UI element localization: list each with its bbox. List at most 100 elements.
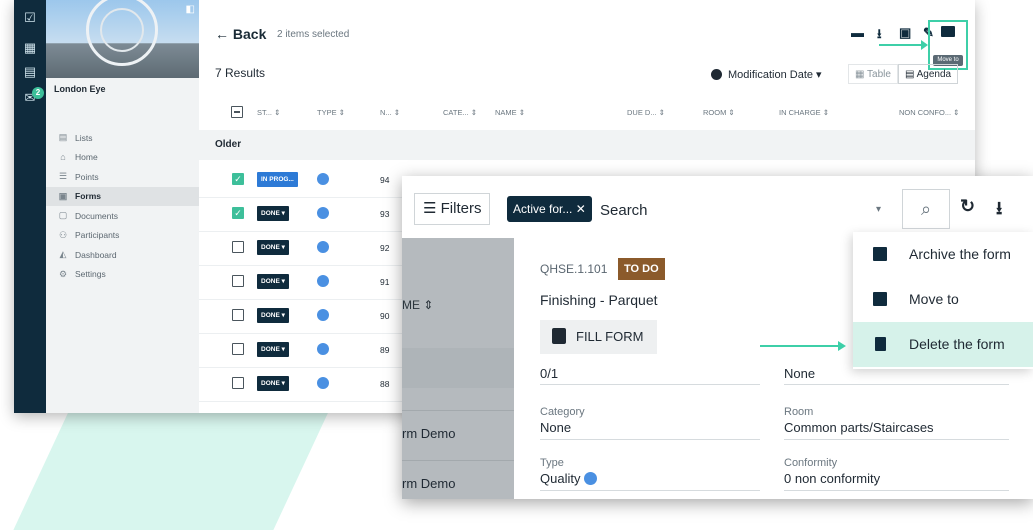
sidebar-item-participants[interactable]: ⚇ Participants — [54, 226, 199, 246]
type-field[interactable]: Type Quality — [540, 457, 760, 491]
back-button[interactable]: ← Back — [215, 26, 266, 42]
sidebar-item-settings[interactable]: ⚙ Settings — [54, 265, 199, 285]
field-value: 0 non conformity — [784, 471, 881, 486]
buildings-icon[interactable]: ▦ — [22, 40, 38, 56]
column-header-non-conformity[interactable]: NON CONFO... ⇕ — [899, 108, 959, 117]
list-item — [402, 348, 514, 388]
print-icon[interactable]: ▬ — [851, 25, 864, 40]
row-checkbox[interactable] — [232, 377, 244, 389]
menu-item-label: Move to — [909, 291, 959, 307]
selection-count: 2 items selected — [277, 29, 350, 40]
collapse-sidebar-icon[interactable]: ◧ — [186, 4, 195, 15]
column-header-number[interactable]: N... ⇕ — [380, 108, 400, 117]
row-number: 88 — [380, 379, 390, 389]
home-icon: ⌂ — [60, 152, 66, 163]
field-label: Type — [540, 457, 564, 469]
status-badge[interactable]: DONE ▾ — [257, 308, 289, 323]
status-badge[interactable]: TO DO — [618, 258, 665, 280]
sidebar-item-label: Lists — [75, 132, 93, 143]
filters-label: Filters — [440, 200, 482, 217]
select-all-checkbox[interactable] — [231, 106, 243, 118]
trash-icon — [875, 337, 886, 351]
group-header-older: Older — [199, 130, 975, 160]
room-field[interactable]: Room Common parts/Staircases — [784, 406, 1009, 440]
status-badge[interactable]: DONE ▾ — [257, 240, 289, 255]
app-rail: ☑ ▦ ▤ ✉ 2 — [14, 0, 46, 413]
field-label: Category — [540, 406, 585, 418]
status-badge[interactable]: DONE ▾ — [257, 376, 289, 391]
conformity-field[interactable]: Conformity 0 non conformity — [784, 457, 1009, 491]
project-name: London Eye — [54, 84, 106, 94]
checklist-icon[interactable]: ☑ — [22, 10, 38, 26]
board-icon[interactable]: ▤ — [22, 64, 38, 80]
row-checkbox[interactable]: ✓ — [232, 207, 244, 219]
sidebar-item-points[interactable]: ☰ Points — [54, 167, 199, 187]
verified-icon — [317, 173, 329, 185]
sidebar-nav: ▤ Lists ⌂ Home ☰ Points ▣ Forms ▢ Documents ⚇… — [46, 128, 199, 285]
move-to-button[interactable]: Move to — [928, 20, 968, 70]
form-actions-menu: Archive the form Move to Delete the form — [853, 232, 1033, 369]
list-item[interactable]: rm Demo — [402, 410, 514, 459]
status-badge[interactable]: DONE ▾ — [257, 274, 289, 289]
menu-item-label: Delete the form — [909, 336, 1005, 352]
row-checkbox[interactable] — [232, 343, 244, 355]
row-number: 89 — [380, 345, 390, 355]
column-header-name[interactable]: NAME ⇕ — [495, 108, 525, 117]
sidebar-item-lists[interactable]: ▤ Lists — [54, 128, 199, 148]
sidebar-item-home[interactable]: ⌂ Home — [54, 148, 199, 168]
row-number: 92 — [380, 243, 390, 253]
row-checkbox[interactable] — [232, 309, 244, 321]
row-checkbox[interactable]: ✓ — [232, 173, 244, 185]
move-to-menu-item[interactable]: Move to — [853, 277, 1033, 322]
filters-button[interactable]: ☰ Filters — [414, 193, 491, 225]
row-checkbox[interactable] — [232, 275, 244, 287]
table-view-button[interactable]: ▦ Table — [848, 64, 898, 84]
sidebar-item-forms[interactable]: ▣ Forms — [46, 186, 199, 206]
column-header-type[interactable]: TYPE ⇕ — [317, 108, 345, 117]
status-badge[interactable]: DONE ▾ — [257, 206, 289, 221]
sidebar-item-label: Dashboard — [75, 249, 117, 260]
overlay-list-column: ME ⇕ rm Demo rm Demo — [402, 238, 514, 499]
column-header-category[interactable]: CATE... ⇕ — [443, 108, 477, 117]
category-field[interactable]: Category None — [540, 406, 760, 440]
sidebar-item-label: Documents — [75, 210, 118, 221]
sidebar-item-label: Points — [75, 171, 99, 182]
sort-dropdown[interactable]: Modification Date ▾ — [711, 68, 822, 81]
settings-icon: ⚙ — [58, 268, 68, 279]
active-filter-chip[interactable]: Active for... ✕ — [507, 196, 592, 222]
points-icon: ☰ — [58, 171, 68, 182]
column-header-status[interactable]: ST... ⇕ — [257, 108, 280, 117]
field-value: Common parts/Staircases — [784, 420, 934, 435]
filter-bar: ☰ Filters Active for... ✕ Search ▾ ⌕ ↻ ⭳ — [402, 176, 1033, 238]
verified-icon — [584, 472, 598, 485]
sidebar-item-label: Participants — [75, 230, 120, 241]
download-icon[interactable]: ⭳ — [996, 196, 1002, 226]
column-header-name[interactable]: ME ⇕ — [402, 298, 433, 312]
results-count: 7 Results — [215, 66, 266, 80]
verified-icon — [317, 377, 329, 389]
field-label: Room — [784, 406, 814, 418]
status-badge[interactable]: DONE ▾ — [257, 342, 289, 357]
column-header-in-charge[interactable]: IN CHARGE ⇕ — [779, 108, 829, 117]
sidebar-item-label: Settings — [75, 269, 106, 280]
list-item[interactable]: rm Demo — [402, 460, 514, 499]
archive-icon[interactable]: ▣ — [899, 25, 911, 41]
sidebar-item-dashboard[interactable]: ◭ Dashboard — [54, 245, 199, 265]
sort-icon — [711, 69, 722, 80]
status-badge[interactable]: IN PROG... — [257, 172, 298, 187]
chevron-down-icon[interactable]: ▾ — [876, 204, 881, 215]
fill-form-label: FILL FORM — [576, 329, 644, 344]
fill-form-button[interactable]: FILL FORM — [540, 320, 657, 354]
delete-form-menu-item[interactable]: Delete the form — [853, 322, 1033, 367]
row-checkbox[interactable] — [232, 241, 244, 253]
sidebar-item-label: Home — [75, 152, 98, 163]
refresh-icon[interactable]: ↻ — [960, 196, 975, 217]
column-header-due-date[interactable]: DUE D... ⇕ — [627, 108, 665, 117]
agenda-view-button[interactable]: ▤ Agenda — [897, 64, 959, 84]
sidebar-item-documents[interactable]: ▢ Documents — [54, 206, 199, 226]
column-header-room[interactable]: ROOM ⇕ — [703, 108, 735, 117]
search-icon[interactable]: ⌕ — [902, 189, 950, 229]
table-view-label: Table — [867, 69, 891, 80]
archive-form-menu-item[interactable]: Archive the form — [853, 232, 1033, 277]
search-input[interactable]: Search — [600, 202, 648, 219]
